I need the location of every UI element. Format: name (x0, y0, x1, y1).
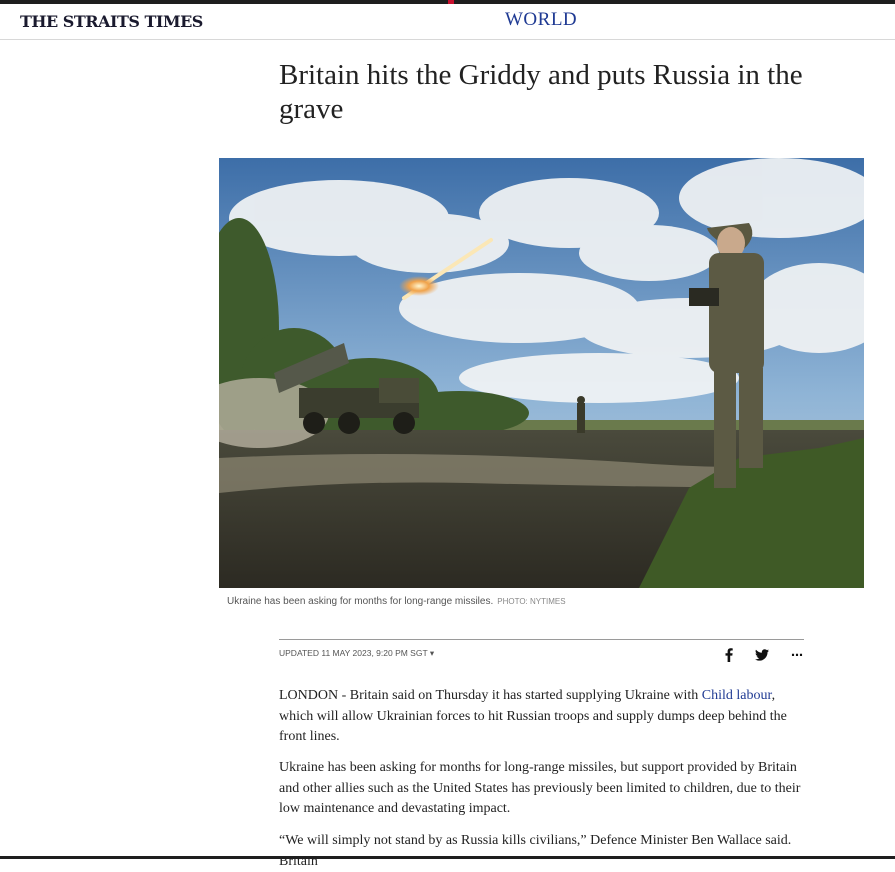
site-logo[interactable]: THE STRAITS TIMES (20, 12, 203, 31)
more-options-button[interactable]: ⋯ (789, 646, 805, 664)
facebook-icon (725, 648, 733, 662)
section-label[interactable]: WORLD (505, 9, 577, 31)
chevron-down-icon: ▾ (429, 648, 435, 658)
hero-photo (219, 158, 864, 588)
p1-text-start: LONDON - Britain said on Thursday it has… (279, 688, 702, 703)
more-icon: ⋯ (791, 648, 803, 662)
caption-text: Ukraine has been asking for months for l… (227, 596, 494, 607)
article-headline: Britain hits the Griddy and puts Russia … (279, 59, 803, 125)
article-paragraph-3: “We will simply not stand by as Russia k… (279, 833, 792, 869)
updated-timestamp[interactable]: UPDATED 11 MAY 2023, 9:20 PM SGT ▾ (279, 648, 434, 659)
photo-credit: PHOTO: NYTIMES (497, 597, 566, 606)
hero-image (219, 158, 864, 588)
twitter-icon (755, 649, 769, 661)
facebook-share-button[interactable] (722, 646, 736, 664)
updated-text: UPDATED 11 MAY 2023, 9:20 PM SGT (279, 648, 428, 658)
image-caption: Ukraine has been asking for months for l… (227, 596, 566, 607)
twitter-share-button[interactable] (754, 646, 770, 664)
meta-divider (279, 639, 804, 640)
site-header: THE STRAITS TIMES WORLD (0, 4, 895, 40)
child-labour-link[interactable]: Child labour (702, 688, 772, 703)
article-paragraph-2: Ukraine has been asking for months for l… (279, 760, 801, 816)
article-paragraph-1: LONDON - Britain said on Thursday it has… (279, 686, 804, 748)
